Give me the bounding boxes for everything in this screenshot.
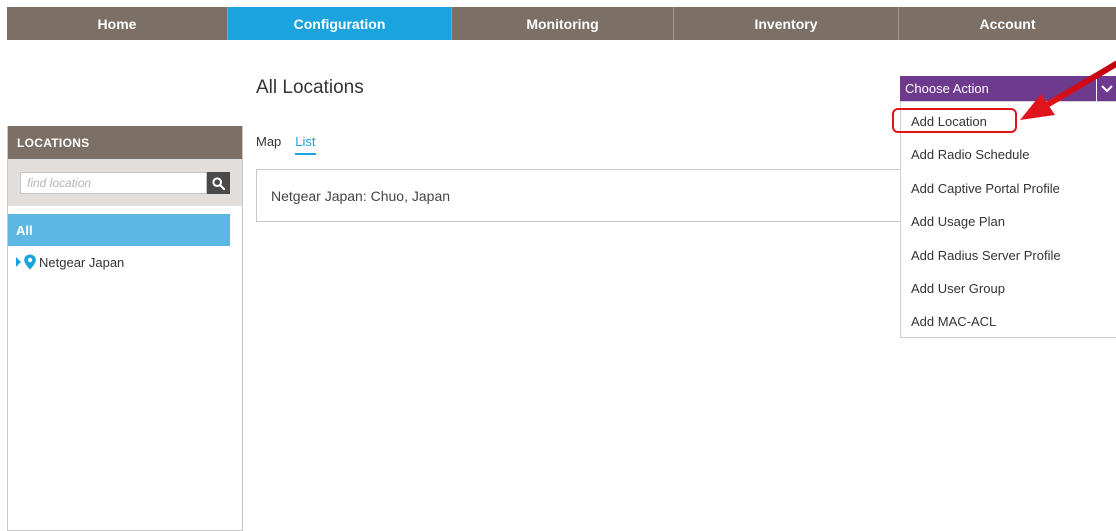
- nav-tab-account[interactable]: Account: [899, 7, 1116, 40]
- sidebar-item-all[interactable]: All: [8, 214, 230, 246]
- tab-list[interactable]: List: [295, 134, 316, 155]
- tree-item-location[interactable]: Netgear Japan: [16, 254, 124, 270]
- page-title: All Locations: [256, 77, 364, 98]
- menu-item-add-radius-server-profile[interactable]: Add Radius Server Profile: [911, 248, 1061, 263]
- tree-item-label: Netgear Japan: [39, 254, 125, 270]
- choose-action-label: Choose Action: [905, 81, 989, 96]
- search-icon: [212, 176, 225, 190]
- top-navigation: Home Configuration Monitoring Inventory …: [7, 7, 1116, 40]
- sidebar-search-area: [8, 159, 242, 206]
- menu-item-add-captive-portal-profile[interactable]: Add Captive Portal Profile: [911, 181, 1060, 196]
- annotation-highlight-box: [892, 108, 1017, 133]
- menu-item-add-mac-acl[interactable]: Add MAC-ACL: [911, 314, 996, 329]
- action-menu: Add Location Add Radio Schedule Add Capt…: [900, 101, 1116, 338]
- nav-tab-configuration[interactable]: Configuration: [228, 7, 452, 40]
- nav-tab-inventory[interactable]: Inventory: [674, 7, 899, 40]
- sidebar-header: LOCATIONS: [8, 126, 242, 159]
- map-pin-icon: [24, 254, 36, 270]
- menu-item-add-radio-schedule[interactable]: Add Radio Schedule: [911, 147, 1030, 162]
- find-location-input[interactable]: [20, 172, 207, 194]
- nav-tab-home[interactable]: Home: [7, 7, 228, 40]
- annotation-arrow-icon: [1020, 61, 1116, 120]
- menu-item-add-usage-plan[interactable]: Add Usage Plan: [911, 214, 1005, 229]
- locations-sidebar: LOCATIONS All Netgear Japan: [7, 126, 243, 531]
- search-button[interactable]: [207, 172, 230, 194]
- menu-item-add-user-group[interactable]: Add User Group: [911, 281, 1005, 296]
- tab-map[interactable]: Map: [256, 134, 281, 155]
- nav-tab-monitoring[interactable]: Monitoring: [452, 7, 674, 40]
- view-tabs: Map List: [256, 134, 330, 155]
- location-list-item-label: Netgear Japan: Chuo, Japan: [271, 187, 451, 204]
- triangle-right-icon[interactable]: [16, 257, 21, 267]
